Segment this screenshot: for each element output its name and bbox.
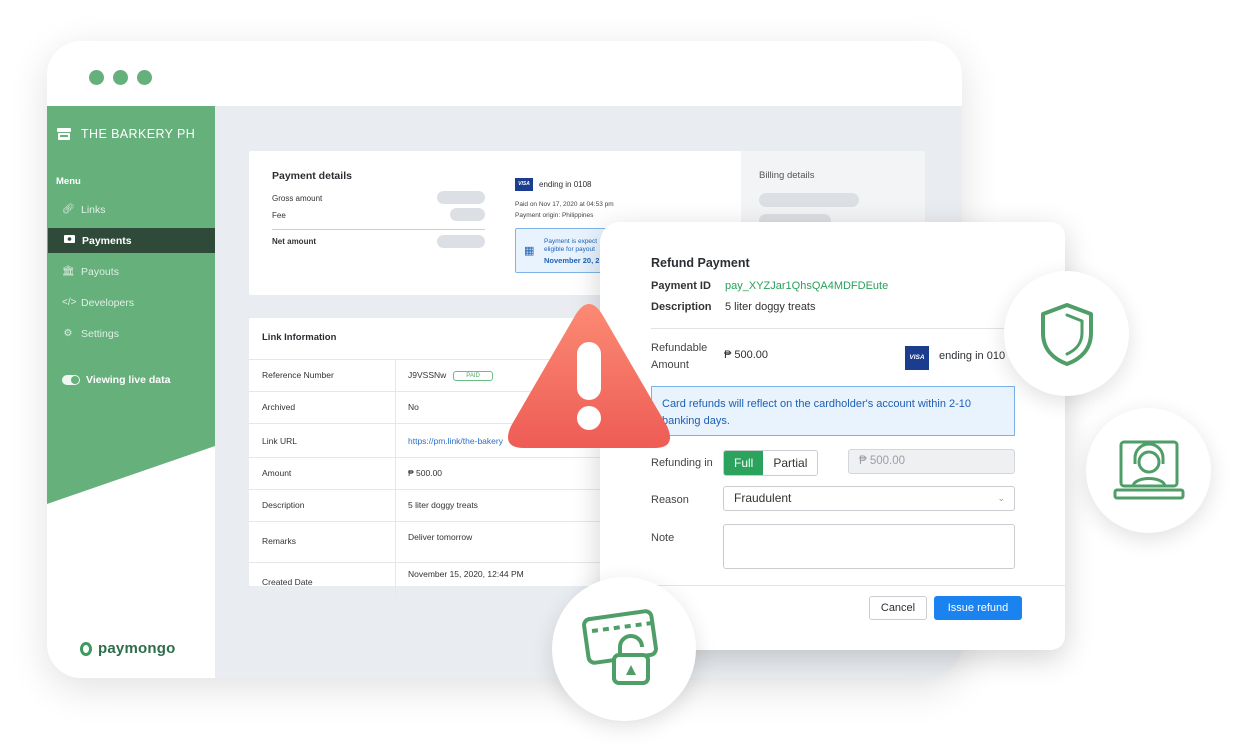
table-row: Created Date November 15, 2020, 12:44 PM [249, 562, 609, 597]
issue-refund-button[interactable]: Issue refund [934, 596, 1022, 620]
sidebar-item-links[interactable]: 🔗︎ Links [47, 197, 215, 222]
paymongo-logo-icon [80, 641, 92, 656]
table-row: Amount ₱ 500.00 [249, 457, 609, 489]
gross-amount-label: Gross amount [272, 194, 323, 203]
billing-skeleton [759, 193, 859, 207]
description-value: 5 liter doggy treats [725, 301, 816, 313]
note-label: Note [651, 532, 675, 544]
link-url[interactable]: https://pm.link/the-bakery [408, 436, 503, 446]
link-icon: 🔗︎ [62, 204, 75, 215]
live-data-label: Viewing live data [86, 374, 171, 386]
warning-icon [507, 304, 671, 448]
refundable-amount-value: ₱ 500.00 [724, 349, 769, 361]
note-textarea[interactable] [723, 524, 1015, 569]
billing-details-title: Billing details [759, 170, 815, 181]
menu-title: Menu [56, 176, 81, 187]
row-value: No [408, 402, 419, 412]
net-amount-skeleton [437, 235, 485, 248]
sidebar-item-payouts[interactable]: 🏛︎ Payouts [47, 259, 215, 284]
visa-icon: VISA [515, 178, 533, 191]
payments-icon [63, 235, 75, 246]
window-dot-close[interactable] [89, 70, 104, 85]
window-controls [89, 70, 152, 85]
row-value: 5 liter doggy treats [408, 500, 478, 510]
divider [651, 328, 1026, 329]
gear-icon: ⚙︎ [63, 328, 73, 339]
payment-id-value: pay_XYZJar1QhsQA4MDFDEute [725, 280, 889, 292]
brand[interactable]: THE BARKERY PH [57, 127, 195, 141]
payment-id-label: Payment ID [651, 280, 711, 292]
payout-notice-date: November 20, 2 [544, 256, 600, 265]
table-row: Description 5 liter doggy treats [249, 489, 609, 521]
link-information-title: Link Information [262, 332, 337, 343]
row-value: November 15, 2020, 12:44 PM [408, 569, 524, 579]
row-value: J9VSSNw PAID [408, 370, 493, 381]
divider [272, 229, 485, 230]
code-icon: </> [62, 297, 77, 308]
reason-value: Fraudulent [734, 491, 792, 505]
payment-origin: Payment origin: Philippines [515, 212, 594, 219]
cancel-button[interactable]: Cancel [869, 596, 927, 620]
store-icon [57, 128, 71, 140]
window-dot-maximize[interactable] [137, 70, 152, 85]
sidebar-nav: 🔗︎ Links Payments 🏛︎ Payouts </> Develop… [47, 197, 215, 352]
sidebar: THE BARKERY PH Menu 🔗︎ Links Payments 🏛︎… [47, 106, 215, 678]
fee-label: Fee [272, 211, 286, 220]
sidebar-item-payments[interactable]: Payments [48, 228, 215, 253]
row-key: Link URL [262, 436, 297, 446]
partial-option[interactable]: Partial [763, 451, 818, 475]
divider [600, 585, 1065, 586]
sidebar-item-label: Payments [82, 234, 132, 247]
sidebar-item-label: Settings [81, 327, 119, 340]
sidebar-item-developers[interactable]: </> Developers [47, 290, 215, 315]
shield-badge [1004, 271, 1129, 396]
payment-details-title: Payment details [272, 170, 352, 182]
paymongo-logo: paymongo [80, 640, 175, 657]
reason-select[interactable]: Fraudulent ⌄ [723, 486, 1015, 511]
calendar-icon: ▦ [524, 245, 535, 257]
status-badge: PAID [453, 371, 493, 381]
row-key: Description [262, 500, 305, 510]
row-value: Deliver tomorrow [408, 532, 473, 542]
live-data-toggle[interactable]: Viewing live data [62, 374, 170, 386]
support-agent-badge [1086, 408, 1211, 533]
sidebar-item-label: Developers [81, 296, 135, 309]
refund-amount-input[interactable]: ₱ 500.00 [848, 449, 1015, 474]
toggle-switch[interactable] [62, 375, 80, 385]
brand-name: THE BARKERY PH [81, 127, 196, 141]
card-lock-icon [582, 609, 658, 685]
window-dot-minimize[interactable] [113, 70, 128, 85]
refund-type-toggle: Full Partial [723, 450, 819, 476]
card-ending: ending in 010 [939, 350, 1006, 362]
modal-title: Refund Payment [651, 256, 750, 270]
row-key: Created Date [262, 577, 313, 587]
refund-notice: Card refunds will reflect on the cardhol… [651, 386, 1015, 436]
row-key: Remarks [262, 536, 297, 546]
card-lock-badge [552, 577, 696, 721]
row-key: Archived [262, 402, 296, 412]
support-agent-icon [1113, 440, 1184, 499]
row-value: ₱ 500.00 [408, 468, 443, 478]
gross-amount-skeleton [437, 191, 485, 204]
reason-label: Reason [651, 494, 689, 506]
visa-icon: VISA [905, 346, 929, 370]
table-row: Remarks Deliver tomorrow [249, 521, 609, 562]
row-key: Amount [262, 468, 292, 478]
fee-skeleton [450, 208, 485, 221]
refunding-in-label: Refunding in [651, 457, 713, 469]
shield-icon [1040, 302, 1093, 366]
reference-number: J9VSSNw [408, 370, 447, 380]
card-ending: ending in 0108 [539, 180, 592, 189]
sidebar-item-settings[interactable]: ⚙︎ Settings [47, 321, 215, 346]
net-amount-label: Net amount [272, 237, 316, 246]
sidebar-item-label: Links [81, 203, 106, 216]
full-option[interactable]: Full [724, 451, 764, 475]
refund-notice-text: Card refunds will reflect on the cardhol… [662, 398, 972, 427]
sidebar-item-label: Payouts [81, 265, 119, 278]
bank-icon: 🏛︎ [62, 266, 75, 277]
chevron-down-icon: ⌄ [997, 493, 1005, 503]
paid-on: Paid on Nov 17, 2020 at 04:53 pm [515, 201, 614, 208]
row-key: Reference Number [262, 370, 334, 380]
logo-text: paymongo [98, 640, 176, 657]
